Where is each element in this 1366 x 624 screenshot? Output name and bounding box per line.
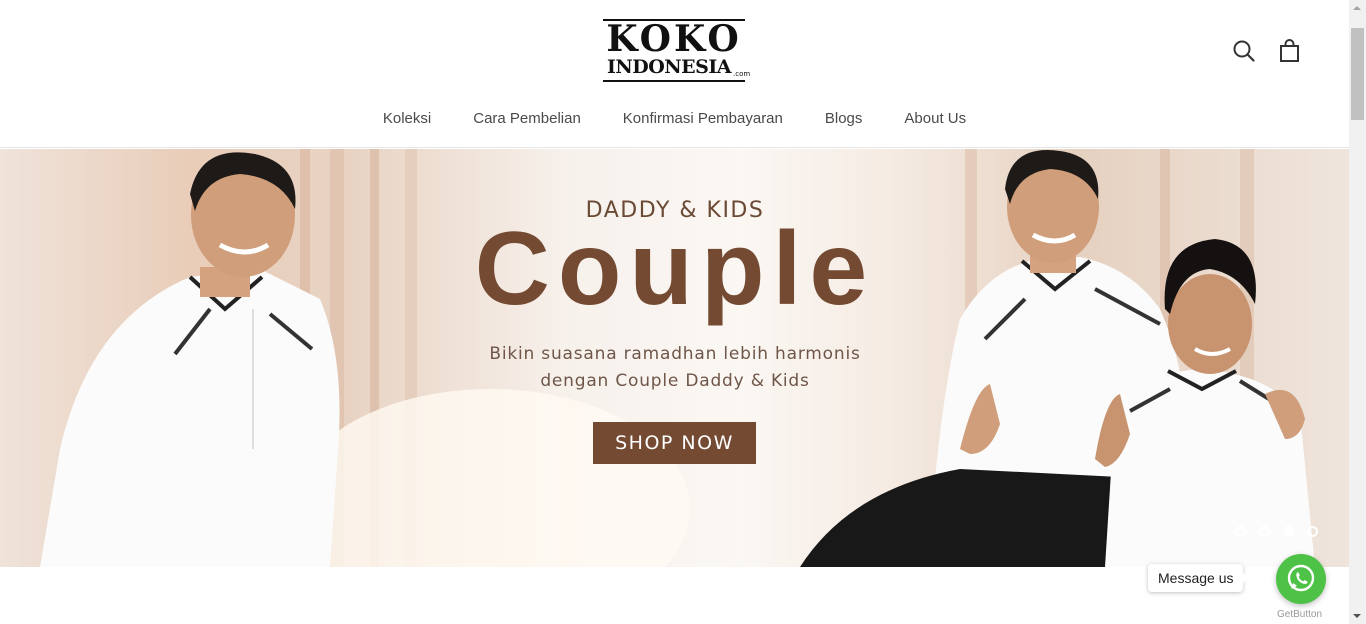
nav-item-about-us[interactable]: About Us <box>904 108 966 132</box>
getbutton-credit[interactable]: GetButton <box>1277 609 1322 620</box>
logo-rule-bottom <box>603 80 745 82</box>
slider-dot-3-active[interactable] <box>1283 526 1294 537</box>
hero-subtext-line-1: Bikin suasana ramadhan lebih harmonis <box>489 344 861 364</box>
whatsapp-chat-button[interactable] <box>1276 554 1326 604</box>
site-header: KOKO INDONESIA .com Koleksi Cara Pembeli… <box>0 0 1349 148</box>
scroll-up-arrow-icon[interactable] <box>1353 6 1361 10</box>
site-logo[interactable]: KOKO INDONESIA .com <box>603 18 750 83</box>
vertical-scrollbar[interactable] <box>1349 0 1366 624</box>
light-glow <box>290 389 690 567</box>
shop-now-button[interactable]: SHOP NOW <box>593 422 756 464</box>
hero-headline: Couple <box>474 211 876 327</box>
chat-message-label[interactable]: Message us <box>1148 564 1251 592</box>
cart-button[interactable] <box>1277 38 1303 64</box>
shopping-bag-icon <box>1280 39 1299 62</box>
search-icon <box>1233 40 1255 62</box>
search-button[interactable] <box>1231 38 1257 64</box>
scroll-down-arrow-icon[interactable] <box>1353 614 1361 618</box>
page: KOKO INDONESIA .com Koleksi Cara Pembeli… <box>0 0 1349 624</box>
slider-dot-2[interactable] <box>1259 526 1270 537</box>
hero-copy: DADDY & KIDS Couple Bikin suasana ramadh… <box>440 197 910 395</box>
nav-item-blogs[interactable]: Blogs <box>825 108 863 132</box>
scrollbar-thumb[interactable] <box>1351 28 1364 120</box>
slider-dot-1[interactable] <box>1235 526 1246 537</box>
slider-pagination <box>1235 526 1325 538</box>
slider-dot-4[interactable] <box>1307 526 1318 537</box>
logo-domain-suffix: .com <box>733 70 751 78</box>
nav-item-konfirmasi-pembayaran[interactable]: Konfirmasi Pembayaran <box>623 108 783 132</box>
hero-slider[interactable]: DADDY & KIDS Couple Bikin suasana ramadh… <box>0 149 1349 567</box>
main-navigation: Koleksi Cara Pembelian Konfirmasi Pembay… <box>0 108 1349 132</box>
hero-subtext-line-2: dengan Couple Daddy & Kids <box>540 371 810 391</box>
logo-text-secondary: INDONESIA <box>607 56 731 78</box>
logo-text-primary: KOKO <box>606 18 742 60</box>
nav-item-koleksi[interactable]: Koleksi <box>383 108 431 132</box>
whatsapp-icon <box>1287 564 1315 592</box>
nav-item-cara-pembelian[interactable]: Cara Pembelian <box>473 108 581 132</box>
model-left <box>40 152 340 567</box>
